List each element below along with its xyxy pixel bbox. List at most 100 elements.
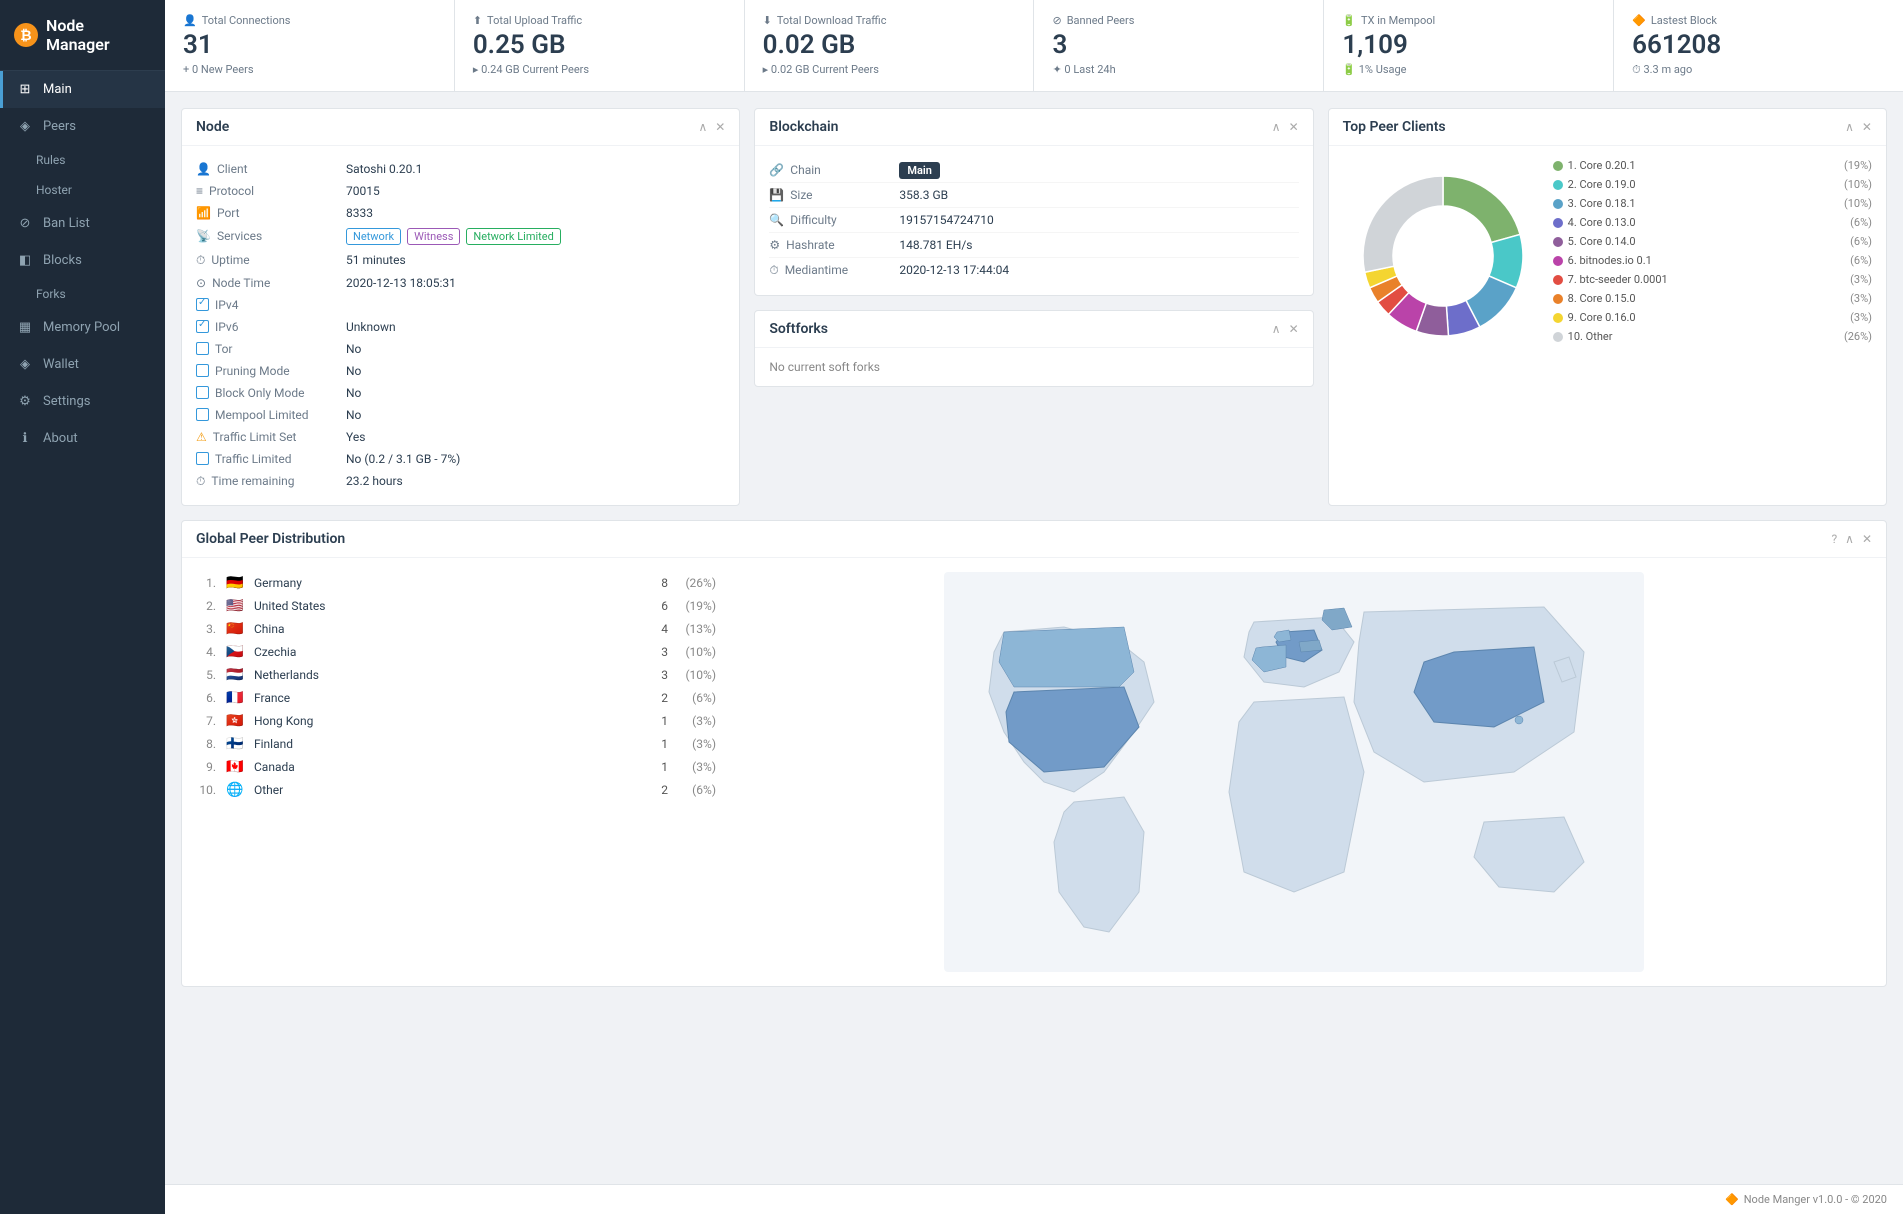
node-card: Node ∧ ✕ 👤 Client Satoshi 0.20.1 ≡ Proto… (181, 108, 740, 506)
peer-list-item: 2. Core 0.19.0(10%) (1553, 175, 1872, 194)
blockchain-card-controls: ∧ ✕ (1272, 120, 1299, 134)
stat-banned-sub: ✦ 0 Last 24h (1052, 63, 1305, 76)
sidebar-item-rules[interactable]: Rules (0, 145, 165, 175)
stat-mempool-sub: 🔋 1% Usage (1342, 63, 1595, 76)
settings-icon: ⚙ (17, 394, 33, 409)
world-map-svg (944, 572, 1644, 972)
peer-list-item: 8. Core 0.15.0(3%) (1553, 289, 1872, 308)
block-icon: 🔶 (1632, 14, 1646, 27)
close-icon[interactable]: ✕ (1289, 120, 1299, 134)
bc-row-mediantime: ⏱ Mediantime 2020-12-13 17:44:04 (769, 258, 1298, 283)
peer-distribution-controls: ? ∧ ✕ (1831, 532, 1872, 546)
collapse-icon[interactable]: ∧ (1845, 532, 1854, 546)
size-icon: 💾 (769, 188, 784, 202)
stat-lastblock-value: 661208 (1632, 31, 1885, 60)
hashrate-icon: ⚙ (769, 238, 780, 252)
sidebar-item-peers[interactable]: ◈ Peers (0, 108, 165, 145)
tag-netlimited: Network Limited (466, 228, 560, 245)
stat-mempool-value: 1,109 (1342, 31, 1595, 60)
blockonly-checkbox (196, 386, 209, 399)
trafficlimited-checkbox (196, 452, 209, 465)
peer-dist-row: 6. 🇫🇷 France 2 (6%) (196, 687, 716, 710)
softforks-card: Softforks ∧ ✕ No current soft forks (754, 310, 1313, 387)
sidebar-item-hoster[interactable]: Hoster (0, 175, 165, 205)
stat-connections-value: 31 (183, 31, 436, 60)
close-icon[interactable]: ✕ (1862, 120, 1872, 134)
sidebar-item-memorypool[interactable]: ▦ Memory Pool (0, 309, 165, 346)
clock-icon: ⏱ (196, 474, 205, 489)
protocol-icon: ≡ (196, 184, 203, 198)
sidebar-item-label: Main (43, 82, 72, 97)
node-row-ipv4: IPv4 (196, 294, 725, 316)
peer-list-item: 1. Core 0.20.1(19%) (1553, 156, 1872, 175)
peer-distribution-header: Global Peer Distribution ? ∧ ✕ (182, 521, 1886, 558)
collapse-icon[interactable]: ∧ (698, 120, 707, 134)
home-icon: ⊞ (17, 82, 33, 97)
services-icon: 📡 (196, 229, 211, 243)
node-row-client: 👤 Client Satoshi 0.20.1 (196, 158, 725, 180)
peer-list-item: 9. Core 0.16.0(3%) (1553, 308, 1872, 327)
stat-banned-value: 3 (1052, 31, 1305, 60)
sidebar-item-label: Blocks (43, 253, 82, 268)
footer: 🔶 Node Manger v1.0.0 - © 2020 (165, 1184, 1903, 1214)
peer-dist-row: 5. 🇳🇱 Netherlands 3 (10%) (196, 664, 716, 687)
stat-upload-label: ⬆ Total Upload Traffic (473, 14, 726, 27)
sidebar-item-label: Rules (36, 153, 65, 167)
sidebar-item-banlist[interactable]: ⊘ Ban List (0, 205, 165, 242)
app-logo: ₿ Node Manager (0, 0, 165, 71)
port-icon: 📶 (196, 206, 211, 220)
sidebar-item-blocks[interactable]: ◧ Blocks (0, 242, 165, 279)
peer-clients-header: Top Peer Clients ∧ ✕ (1329, 109, 1886, 146)
mediantime-icon: ⏱ (769, 263, 778, 278)
help-icon[interactable]: ? (1831, 532, 1837, 546)
collapse-icon[interactable]: ∧ (1845, 120, 1854, 134)
top-grid: Node ∧ ✕ 👤 Client Satoshi 0.20.1 ≡ Proto… (181, 108, 1887, 506)
map-area (716, 572, 1872, 972)
stats-bar: 👤 Total Connections 31 + 0 New Peers ⬆ T… (165, 0, 1903, 92)
sidebar-item-main[interactable]: ⊞ Main (0, 71, 165, 108)
peer-clients-body: 1. Core 0.20.1(19%)2. Core 0.19.0(10%)3.… (1329, 146, 1886, 366)
tor-checkbox (196, 342, 209, 355)
chain-icon: 🔗 (769, 163, 784, 177)
peer-dist-row: 7. 🇭🇰 Hong Kong 1 (3%) (196, 710, 716, 733)
peer-clients-card: Top Peer Clients ∧ ✕ 1. Core 0.20.1(19%)… (1328, 108, 1887, 506)
sidebar-item-label: Ban List (43, 216, 90, 231)
sidebar-item-label: Memory Pool (43, 320, 120, 335)
connections-icon: 👤 (183, 14, 197, 27)
sidebar: ₿ Node Manager ⊞ Main ◈ Peers Rules Host… (0, 0, 165, 1214)
sidebar-item-forks[interactable]: Forks (0, 279, 165, 309)
node-card-controls: ∧ ✕ (698, 120, 725, 134)
info-icon: ℹ (17, 431, 33, 446)
stat-download-sub: ▸ 0.02 GB Current Peers (763, 63, 1016, 76)
bc-row-size: 💾 Size 358.3 GB (769, 183, 1298, 208)
softforks-card-title: Softforks (769, 321, 828, 337)
stat-lastblock-sub: ⏱ 3.3 m ago (1632, 63, 1885, 77)
sidebar-item-about[interactable]: ℹ About (0, 420, 165, 457)
close-icon[interactable]: ✕ (1862, 532, 1872, 546)
collapse-icon[interactable]: ∧ (1272, 120, 1281, 134)
difficulty-icon: 🔍 (769, 213, 784, 227)
close-icon[interactable]: ✕ (1289, 322, 1299, 336)
blockchain-card-header: Blockchain ∧ ✕ (755, 109, 1312, 146)
node-row-ipv6: IPv6 Unknown (196, 316, 725, 338)
collapse-icon[interactable]: ∧ (1272, 322, 1281, 336)
app-title: Node Manager (46, 16, 151, 54)
sidebar-item-label: About (43, 431, 78, 446)
bc-row-chain: 🔗 Chain Main (769, 158, 1298, 183)
node-row-uptime: ⏱ Uptime 51 minutes (196, 249, 725, 272)
sidebar-item-wallet[interactable]: ◈ Wallet (0, 346, 165, 383)
footer-text: Node Manger v1.0.0 - © 2020 (1744, 1193, 1887, 1206)
close-icon[interactable]: ✕ (715, 120, 725, 134)
pruning-checkbox (196, 364, 209, 377)
node-card-body: 👤 Client Satoshi 0.20.1 ≡ Protocol 70015… (182, 146, 739, 505)
stat-upload-sub: ▸ 0.24 GB Current Peers (473, 63, 726, 76)
mempool-icon: ▦ (17, 320, 33, 335)
peer-list-item: 4. Core 0.13.0(6%) (1553, 213, 1872, 232)
node-row-protocol: ≡ Protocol 70015 (196, 180, 725, 202)
sidebar-item-settings[interactable]: ⚙ Settings (0, 383, 165, 420)
stat-download-value: 0.02 GB (763, 31, 1016, 60)
node-row-pruning: Pruning Mode No (196, 360, 725, 382)
mempoollimited-checkbox (196, 408, 209, 421)
warn-icon: ⚠ (196, 430, 207, 444)
donut-chart (1343, 156, 1543, 356)
